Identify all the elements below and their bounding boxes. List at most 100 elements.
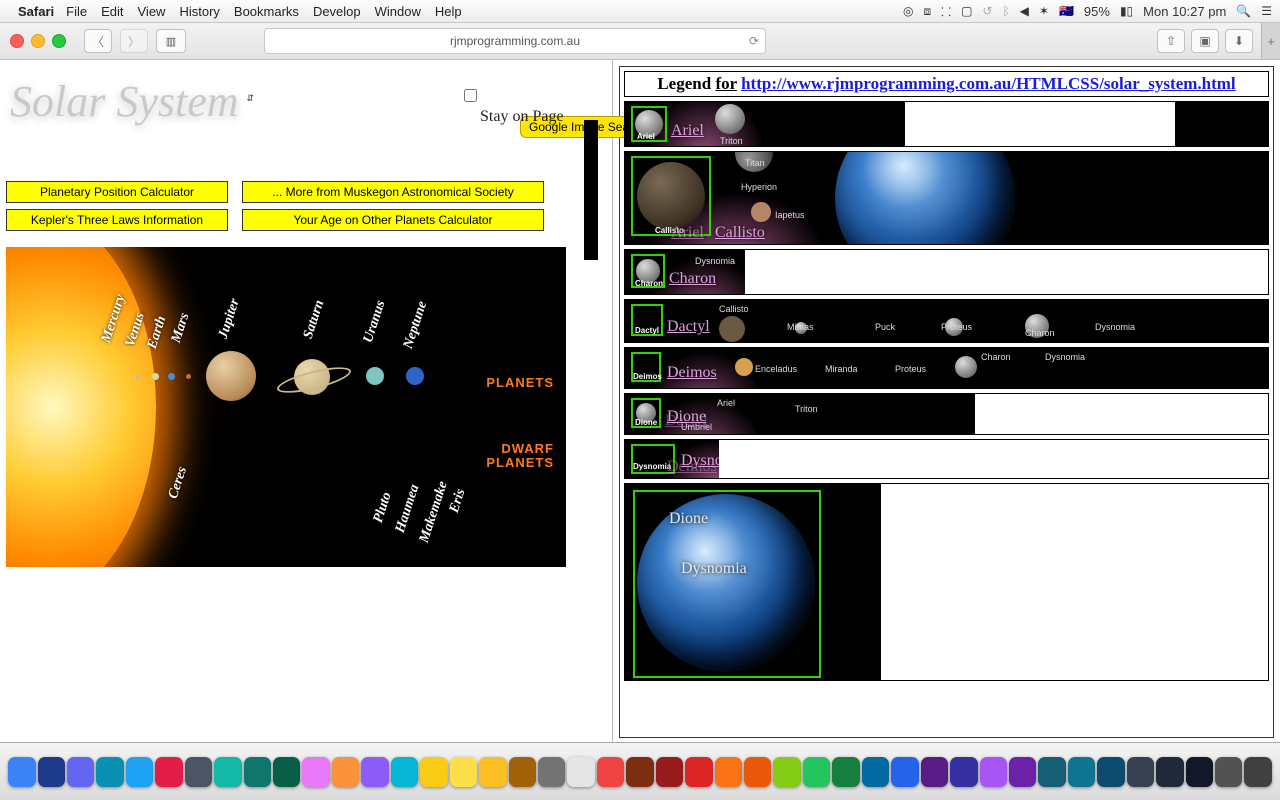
dock-app-9[interactable] [273, 757, 300, 787]
menu-file[interactable]: File [66, 4, 87, 19]
dock-app-24[interactable] [715, 757, 742, 787]
legend-row-ariel: Ariel Ariel Triton [624, 101, 1269, 147]
solar-system-image[interactable]: PLANETS DWARF PLANETS Mercury Venus Eart… [6, 247, 566, 567]
dropbox-icon[interactable]: ⧈ [923, 4, 931, 19]
moon-label: Callisto [719, 304, 749, 314]
stay-label: Stay on Page [480, 108, 564, 126]
dock-app-20[interactable] [597, 757, 624, 787]
legend-url-link[interactable]: http://www.rjmprogramming.com.au/HTMLCSS… [741, 74, 1236, 93]
dock-app-26[interactable] [773, 757, 800, 787]
dock-app-23[interactable] [685, 757, 712, 787]
mercury [136, 375, 140, 379]
dock-app-18[interactable] [538, 757, 565, 787]
app-name[interactable]: Safari [18, 4, 54, 19]
dock-app-21[interactable] [626, 757, 653, 787]
muskegon-button[interactable]: ... More from Muskegon Astronomical Soci… [242, 181, 544, 203]
airplay-icon[interactable]: ▢ [961, 4, 972, 18]
stay-checkbox[interactable] [464, 89, 477, 102]
back-button[interactable]: 〈 [84, 29, 112, 53]
address-bar[interactable]: rjmprogramming.com.au ⟳ [264, 28, 766, 54]
menu-develop[interactable]: Develop [313, 4, 361, 19]
clock[interactable]: Mon 10:27 pm [1143, 4, 1226, 19]
dock-app-0[interactable] [8, 757, 35, 787]
menu-history[interactable]: History [179, 4, 219, 19]
dock-app-30[interactable] [891, 757, 918, 787]
dock-app-12[interactable] [361, 757, 388, 787]
volume-icon[interactable]: ◀︎ [1020, 4, 1029, 18]
flag-icon[interactable]: 🇦🇺 [1059, 4, 1074, 18]
wifi-icon[interactable]: ✶ [1039, 4, 1049, 18]
sidebar-button[interactable]: ▥ [156, 29, 186, 53]
kepler-button[interactable]: Kepler's Three Laws Information [6, 209, 228, 231]
dock-app-16[interactable] [479, 757, 506, 787]
dock-app-42[interactable] [1244, 757, 1271, 787]
dock-app-35[interactable] [1038, 757, 1065, 787]
dock-app-1[interactable] [38, 757, 65, 787]
menu-window[interactable]: Window [375, 4, 421, 19]
reload-icon[interactable]: ⟳ [749, 34, 759, 48]
menu-bookmarks[interactable]: Bookmarks [234, 4, 299, 19]
moon-label: Triton [720, 136, 743, 146]
timemachine-icon[interactable]: ↺ [982, 4, 992, 18]
power-icon[interactable]: ◎ [903, 4, 913, 18]
battery-icon[interactable]: ▮▯ [1120, 4, 1133, 18]
spotlight-icon[interactable]: 🔍 [1236, 4, 1251, 18]
menu-view[interactable]: View [138, 4, 166, 19]
dock-app-10[interactable] [302, 757, 329, 787]
dock-app-41[interactable] [1215, 757, 1242, 787]
bluetooth-icon[interactable]: ᛒ [1002, 4, 1009, 18]
dock-app-28[interactable] [832, 757, 859, 787]
dock-app-19[interactable] [567, 757, 594, 787]
dock-app-14[interactable] [420, 757, 447, 787]
dock-app-32[interactable] [950, 757, 977, 787]
dock-app-11[interactable] [332, 757, 359, 787]
dock-app-6[interactable] [185, 757, 212, 787]
minimize-window-button[interactable] [31, 34, 45, 48]
dock-app-40[interactable] [1186, 757, 1213, 787]
downloads-button[interactable]: ⬇ [1225, 29, 1253, 53]
dock-app-7[interactable] [214, 757, 241, 787]
tabs-button[interactable]: ▣ [1191, 29, 1219, 53]
dock-app-38[interactable] [1127, 757, 1154, 787]
lbl-haumea: Haumea [393, 483, 424, 535]
earth-img [835, 151, 1015, 245]
forward-button[interactable]: 〉 [120, 29, 148, 53]
share-button[interactable]: ⇧ [1157, 29, 1185, 53]
deimos-link[interactable]: Deimos [667, 364, 717, 382]
age-planets-button[interactable]: Your Age on Other Planets Calculator [242, 209, 544, 231]
dock-app-27[interactable] [803, 757, 830, 787]
notification-icon[interactable]: ☰ [1261, 4, 1272, 18]
dock-app-2[interactable] [67, 757, 94, 787]
dock-app-31[interactable] [921, 757, 948, 787]
dock-app-13[interactable] [391, 757, 418, 787]
dock-app-22[interactable] [656, 757, 683, 787]
zoom-window-button[interactable] [52, 34, 66, 48]
dock-app-29[interactable] [862, 757, 889, 787]
dock-app-33[interactable] [980, 757, 1007, 787]
ariel-link[interactable]: Ariel [671, 122, 704, 140]
menu-edit[interactable]: Edit [101, 4, 123, 19]
dock-app-17[interactable] [509, 757, 536, 787]
dock-app-37[interactable] [1097, 757, 1124, 787]
lbl-jupiter: Jupiter [216, 297, 244, 341]
dock-app-25[interactable] [744, 757, 771, 787]
dock-app-4[interactable] [126, 757, 153, 787]
callisto-link[interactable]: Callisto [715, 224, 765, 242]
dock-app-34[interactable] [1009, 757, 1036, 787]
new-tab-button[interactable]: + [1261, 23, 1280, 59]
dock-app-5[interactable] [155, 757, 182, 787]
planetary-position-button[interactable]: Planetary Position Calculator [6, 181, 228, 203]
dock-app-15[interactable] [450, 757, 477, 787]
moon-label: Miranda [825, 364, 858, 374]
menu-help[interactable]: Help [435, 4, 462, 19]
grid-icon[interactable]: ⸬ [941, 3, 951, 20]
close-window-button[interactable] [10, 34, 24, 48]
dactyl-link[interactable]: Dactyl [667, 318, 710, 336]
moon-label: Enceladus [755, 364, 797, 374]
lbl-saturn: Saturn [301, 298, 328, 341]
dock-app-3[interactable] [96, 757, 123, 787]
dock-app-8[interactable] [244, 757, 271, 787]
dock-app-36[interactable] [1068, 757, 1095, 787]
charon-link[interactable]: Charon [669, 270, 716, 288]
dock-app-39[interactable] [1156, 757, 1183, 787]
